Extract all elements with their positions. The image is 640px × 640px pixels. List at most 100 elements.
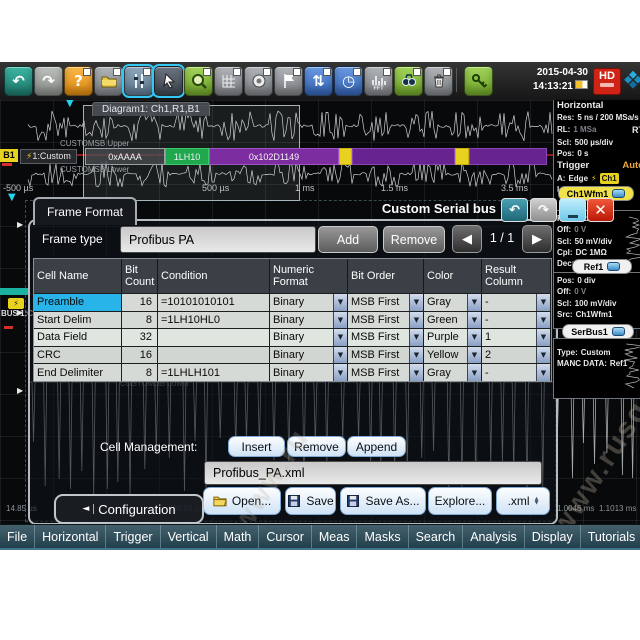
utility-key-icon[interactable]	[464, 66, 493, 96]
cell-color[interactable]: Purple▼	[424, 328, 482, 346]
hd-mode-badge[interactable]: HD	[593, 68, 621, 95]
bus1-badge[interactable]: B1	[0, 149, 18, 162]
menu-display[interactable]: Display	[525, 525, 581, 548]
frame-type-input[interactable]: Profibus PA	[120, 226, 316, 253]
cell-bit-order[interactable]: MSB First▼	[348, 311, 424, 329]
acquisition-clock-icon[interactable]: ◷	[334, 66, 363, 96]
dropdown-arrow-icon[interactable]: ▼	[409, 347, 423, 364]
dropdown-arrow-icon[interactable]: ▼	[333, 347, 347, 364]
cell-condition[interactable]: =10101010101	[158, 293, 270, 311]
dialog-minimize-button[interactable]	[559, 198, 586, 222]
zoom-trigger-marker[interactable]: ▼	[8, 192, 16, 203]
remove-button[interactable]: Remove	[383, 226, 445, 253]
tab-serbus1[interactable]: SerBus1	[562, 324, 634, 339]
cell-condition[interactable]: =1LH10HL0	[158, 311, 270, 329]
vertical-scale-icon[interactable]: ⇅	[304, 66, 333, 96]
cell-condition[interactable]	[158, 346, 270, 364]
cell-bit-order[interactable]: MSB First▼	[348, 328, 424, 346]
annotate-flag-icon[interactable]	[274, 66, 303, 96]
filename-input[interactable]: Profibus_PA.xml	[204, 461, 542, 485]
display-icon[interactable]	[244, 66, 273, 96]
minimize-pill-icon[interactable]	[612, 327, 625, 336]
append-cell-button[interactable]: Append	[347, 436, 406, 457]
minimize-pill-icon[interactable]	[607, 262, 620, 271]
xml-extension-select[interactable]: .xml ▲▼	[496, 487, 550, 515]
zoom-icon[interactable]	[184, 66, 213, 96]
cell-bit-order[interactable]: MSB First▼	[348, 346, 424, 364]
search-binoculars-icon[interactable]	[394, 66, 423, 96]
menu-analysis[interactable]: Analysis	[463, 525, 525, 548]
save-as-button[interactable]: Save As...	[340, 487, 426, 515]
dropdown-arrow-icon[interactable]: ▼	[467, 329, 481, 346]
cell-color[interactable]: Yellow▼	[424, 346, 482, 364]
cell-result-column[interactable]: -▼	[482, 363, 551, 381]
cell-bit-count[interactable]: 8	[122, 363, 158, 381]
cell-condition[interactable]: =1LHLH101	[158, 363, 270, 381]
dropdown-arrow-icon[interactable]: ▼	[409, 364, 423, 381]
menu-math[interactable]: Math	[217, 525, 260, 548]
dialog-forward-button[interactable]: ↷	[530, 198, 557, 222]
fft-icon[interactable]: FFT	[364, 66, 393, 96]
dropdown-arrow-icon[interactable]: ▼	[467, 294, 481, 311]
cell-numeric-format[interactable]: Binary▼	[270, 346, 348, 364]
configuration-button[interactable]: ◄ Configuration	[54, 494, 204, 524]
cell-bit-count[interactable]: 32	[122, 328, 158, 346]
cell-condition[interactable]	[158, 328, 270, 346]
dropdown-arrow-icon[interactable]: ▼	[333, 294, 347, 311]
cell-result-column[interactable]: 1▼	[482, 328, 551, 346]
page-prev-button[interactable]: ◀	[452, 225, 482, 253]
cell-bit-order[interactable]: MSB First▼	[348, 293, 424, 311]
cell-name[interactable]: End Delimiter	[34, 363, 122, 381]
help-icon[interactable]: ?	[64, 66, 93, 96]
dropdown-arrow-icon[interactable]: ▼	[536, 329, 550, 346]
menu-file[interactable]: File	[0, 525, 35, 548]
dropdown-arrow-icon[interactable]: ▼	[409, 329, 423, 346]
cell-name[interactable]: Preamble	[34, 293, 122, 311]
cell-numeric-format[interactable]: Binary▼	[270, 363, 348, 381]
cell-bit-count[interactable]: 16	[122, 346, 158, 364]
dropdown-arrow-icon[interactable]: ▼	[467, 347, 481, 364]
menu-horizontal[interactable]: Horizontal	[35, 525, 106, 548]
dropdown-arrow-icon[interactable]: ▼	[333, 329, 347, 346]
add-button[interactable]: Add	[318, 226, 378, 253]
cell-color[interactable]: Green▼	[424, 311, 482, 329]
dropdown-arrow-icon[interactable]: ▼	[536, 294, 550, 311]
open-folder-icon[interactable]	[94, 66, 123, 96]
menu-masks[interactable]: Masks	[357, 525, 408, 548]
dialog-close-button[interactable]: ✕	[587, 198, 614, 222]
spinner-arrows-icon[interactable]: ▲▼	[535, 497, 539, 506]
dropdown-arrow-icon[interactable]: ▼	[467, 312, 481, 329]
dropdown-arrow-icon[interactable]: ▼	[536, 312, 550, 329]
cell-result-column[interactable]: -▼	[482, 293, 551, 311]
dropdown-arrow-icon[interactable]: ▼	[333, 364, 347, 381]
cell-bit-order[interactable]: MSB First▼	[348, 363, 424, 381]
menu-trigger[interactable]: Trigger	[106, 525, 160, 548]
remove-cell-button[interactable]: Remove	[287, 436, 346, 457]
cell-result-column[interactable]: 2▼	[482, 346, 551, 364]
cell-name[interactable]: Start Delim	[34, 311, 122, 329]
dropdown-arrow-icon[interactable]: ▼	[333, 312, 347, 329]
cell-bit-count[interactable]: 16	[122, 293, 158, 311]
dropdown-arrow-icon[interactable]: ▼	[467, 364, 481, 381]
redo-icon[interactable]: ↷	[34, 66, 63, 96]
cell-numeric-format[interactable]: Binary▼	[270, 328, 348, 346]
open-button[interactable]: Open...	[203, 487, 281, 515]
page-next-button[interactable]: ▶	[522, 225, 552, 253]
undo-icon[interactable]: ↶	[4, 66, 33, 96]
cell-color[interactable]: Gray▼	[424, 293, 482, 311]
grid-icon[interactable]	[214, 66, 243, 96]
menu-vertical[interactable]: Vertical	[161, 525, 217, 548]
dropdown-arrow-icon[interactable]: ▼	[536, 364, 550, 381]
cell-result-column[interactable]: -▼	[482, 311, 551, 329]
delete-icon[interactable]	[424, 66, 453, 96]
menu-tutorials[interactable]: Tutorials	[581, 525, 640, 548]
cell-numeric-format[interactable]: Binary▼	[270, 293, 348, 311]
tab-frame-format[interactable]: Frame Format	[33, 197, 137, 225]
cell-name[interactable]: CRC	[34, 346, 122, 364]
dropdown-arrow-icon[interactable]: ▼	[409, 312, 423, 329]
tab-ref1[interactable]: Ref1	[572, 259, 632, 274]
minimize-pill-icon[interactable]	[612, 189, 625, 198]
pointer-icon[interactable]	[154, 66, 183, 96]
cell-numeric-format[interactable]: Binary▼	[270, 311, 348, 329]
menu-search[interactable]: Search	[409, 525, 464, 548]
